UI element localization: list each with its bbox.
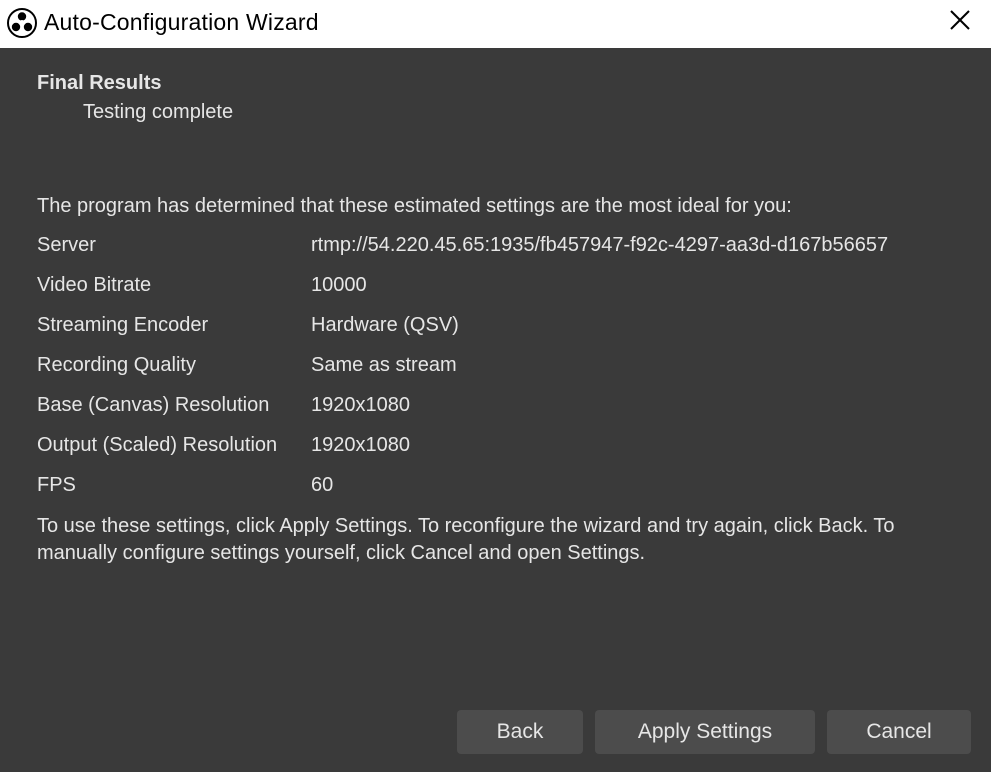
result-value: 60 [311, 474, 334, 496]
window-title: Auto-Configuration Wizard [44, 9, 319, 35]
result-value: 1920x1080 [311, 434, 410, 456]
result-label: FPS [37, 474, 76, 496]
result-label: Base (Canvas) Resolution [37, 394, 270, 416]
result-row-video-bitrate: Video Bitrate 10000 [37, 268, 949, 308]
apply-settings-button[interactable]: Apply Settings [595, 710, 815, 754]
result-row-recording-quality: Recording Quality Same as stream [37, 348, 949, 388]
wizard-window: Auto-Configuration Wizard Final Results … [0, 0, 991, 772]
result-row-base-resolution: Base (Canvas) Resolution 1920x1080 [37, 388, 949, 428]
page-title: Final Results [37, 72, 162, 94]
obs-logo-icon [7, 8, 37, 38]
result-label: Output (Scaled) Resolution [37, 434, 278, 456]
result-row-streaming-encoder: Streaming Encoder Hardware (QSV) [37, 308, 949, 348]
close-button[interactable] [935, 0, 985, 44]
intro-text: The program has determined that these es… [37, 195, 792, 217]
cancel-button[interactable]: Cancel [827, 710, 971, 754]
result-value: 10000 [311, 274, 367, 296]
back-button[interactable]: Back [457, 710, 583, 754]
result-value: Hardware (QSV) [311, 314, 459, 336]
result-label: Streaming Encoder [37, 314, 209, 336]
result-row-server: Server rtmp://54.220.45.65:1935/fb457947… [37, 228, 949, 268]
result-label: Server [37, 234, 96, 256]
result-value: rtmp://54.220.45.65:1935/fb457947-f92c-4… [311, 234, 889, 256]
page-subtitle: Testing complete [83, 101, 234, 123]
title-bar: Auto-Configuration Wizard [0, 0, 991, 48]
result-row-output-resolution: Output (Scaled) Resolution 1920x1080 [37, 428, 949, 468]
close-icon [949, 9, 971, 36]
outro-text: To use these settings, click Apply Setti… [37, 515, 895, 564]
result-value: 1920x1080 [311, 394, 410, 416]
result-row-fps: FPS 60 [37, 468, 949, 508]
result-label: Video Bitrate [37, 274, 152, 296]
result-value: Same as stream [311, 354, 457, 376]
results-list: Server rtmp://54.220.45.65:1935/fb457947… [37, 228, 949, 508]
result-label: Recording Quality [37, 354, 196, 376]
